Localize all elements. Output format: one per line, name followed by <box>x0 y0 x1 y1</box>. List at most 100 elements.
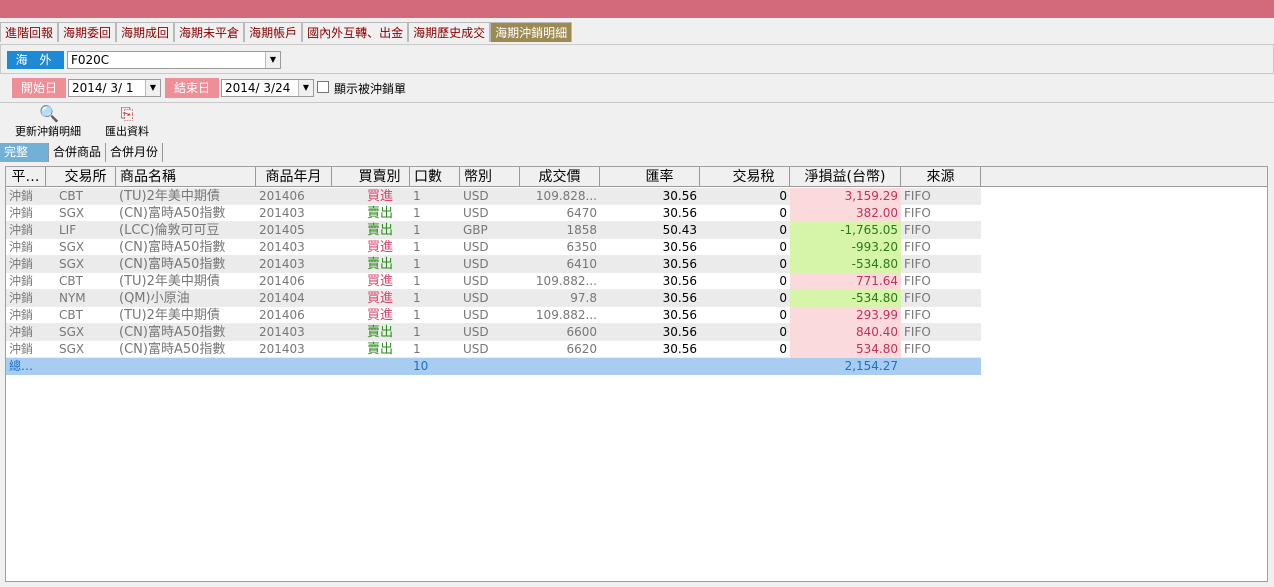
subtab-full[interactable]: 完整 <box>0 143 49 162</box>
cell-price: 6600 <box>566 325 597 339</box>
chevron-down-icon[interactable]: ▼ <box>298 80 313 96</box>
cell-pnl: 771.64 <box>790 273 901 290</box>
cell-type: 沖銷 <box>9 257 34 271</box>
total-row[interactable]: 總… 10 2,154.27 <box>6 358 981 375</box>
table-row[interactable]: 沖銷 LIF (LCC)倫敦可可豆 201405 賣出 1 GBP 1858 50.43 0 -1,… <box>6 222 981 239</box>
header-product[interactable]: 商品名稱 <box>116 167 256 187</box>
account-select[interactable]: F020C ▼ <box>67 51 281 69</box>
table-row[interactable]: 沖銷 CBT (TU)2年美中期債 201406 買進 1 USD 109.882... 30.… <box>6 307 981 324</box>
cell-type: 沖銷 <box>9 206 34 220</box>
cell-pnl: -534.80 <box>790 256 901 273</box>
cell-rate: 30.56 <box>662 206 697 220</box>
table-row[interactable]: 沖銷 SGX (CN)富時A50指數 201403 賣出 1 USD 6470 30.56 0 38… <box>6 205 981 222</box>
cell-type: 沖銷 <box>9 189 34 203</box>
export-button[interactable]: ⎘ 匯出資料 <box>100 105 154 139</box>
header-pnl[interactable]: 淨損益(台幣) <box>790 167 901 187</box>
cell-source: FIFO <box>904 206 931 220</box>
table-row[interactable]: 沖銷 SGX (CN)富時A50指數 201403 買進 1 USD 6350 30.56 0 -9… <box>6 239 981 256</box>
cell-rate: 30.56 <box>662 274 697 288</box>
cell-qty: 1 <box>413 189 421 203</box>
cell-rate: 30.56 <box>662 291 697 305</box>
cell-side: 買進 <box>366 189 393 204</box>
table-row[interactable]: 沖銷 SGX (CN)富時A50指數 201403 賣出 1 USD 6620 30.56 0 53… <box>6 341 981 358</box>
header-side[interactable]: 買賣別 <box>350 167 410 187</box>
tab-futures-orders[interactable]: 海期委回 <box>58 22 117 42</box>
table-row[interactable]: 沖銷 CBT (TU)2年美中期債 201406 買進 1 USD 109.882... 30.… <box>6 273 981 290</box>
header-source[interactable]: 來源 <box>901 167 981 187</box>
tab-advanced-report[interactable]: 進階回報 <box>0 22 59 42</box>
cell-product: (CN)富時A50指數 <box>119 206 226 221</box>
cell-currency: USD <box>463 189 489 203</box>
end-date-picker[interactable]: 2014/ 3/24 ▼ <box>221 79 314 97</box>
cell-price: 6620 <box>566 342 597 356</box>
cell-month: 201403 <box>259 206 305 220</box>
cell-source: FIFO <box>904 189 931 203</box>
cell-side: 賣出 <box>366 223 393 238</box>
header-type[interactable]: 平… <box>6 167 46 187</box>
chevron-down-icon[interactable]: ▼ <box>265 52 280 68</box>
subtab-merge-product[interactable]: 合併商品 <box>49 143 107 162</box>
offset-details-table[interactable]: 平… 交易所 商品名稱 商品年月 買賣別 口數 幣別 成交價 匯率 交易稅 淨損… <box>5 166 1268 582</box>
cell-tax: 0 <box>779 274 787 288</box>
tab-history-fills[interactable]: 海期歷史成交 <box>408 22 491 42</box>
cell-price: 6470 <box>566 206 597 220</box>
cell-source: FIFO <box>904 274 931 288</box>
header-price[interactable]: 成交價 <box>520 167 600 187</box>
cell-qty: 1 <box>413 206 421 220</box>
header-currency[interactable]: 幣別 <box>460 167 520 187</box>
account-value: F020C <box>71 53 110 67</box>
date-filter-row: 開始日 2014/ 3/ 1 ▼ 結束日 2014/ 3/24 ▼ 顯示被沖銷單 <box>0 76 1274 100</box>
view-tabs: 完整 合併商品 合併月份 <box>0 143 164 162</box>
tab-futures-account[interactable]: 海期帳戶 <box>244 22 303 42</box>
cell-month: 201403 <box>259 342 305 356</box>
cell-side: 買進 <box>366 274 393 289</box>
show-offset-checkbox[interactable] <box>317 81 329 93</box>
end-date-value: 2014/ 3/24 <box>225 81 291 95</box>
cell-side: 賣出 <box>366 257 393 272</box>
cell-month: 201406 <box>259 308 305 322</box>
table-row[interactable]: 沖銷 CBT (TU)2年美中期債 201406 買進 1 USD 109.828... 30.… <box>6 188 981 205</box>
cell-tax: 0 <box>779 342 787 356</box>
cell-source: FIFO <box>904 240 931 254</box>
cell-price: 6350 <box>566 240 597 254</box>
cell-exchange: SGX <box>59 240 85 254</box>
cell-pnl: 382.00 <box>790 205 901 222</box>
tab-transfer-withdraw[interactable]: 國內外互轉、出金 <box>302 22 409 42</box>
header-month[interactable]: 商品年月 <box>256 167 332 187</box>
cell-exchange: SGX <box>59 206 85 220</box>
table-row[interactable]: 沖銷 NYM (QM)小原油 201404 買進 1 USD 97.8 30.56 0 -534.8… <box>6 290 981 307</box>
refresh-button[interactable]: 🔍 更新沖銷明細 <box>12 105 84 139</box>
cell-exchange: SGX <box>59 325 85 339</box>
search-icon: 🔍 <box>39 104 59 123</box>
cell-month: 201403 <box>259 325 305 339</box>
cell-source: FIFO <box>904 308 931 322</box>
header-rate[interactable]: 匯率 <box>620 167 700 187</box>
cell-tax: 0 <box>779 291 787 305</box>
cell-currency: GBP <box>463 223 488 237</box>
header-qty[interactable]: 口數 <box>410 167 460 187</box>
start-date-picker[interactable]: 2014/ 3/ 1 ▼ <box>68 79 161 97</box>
cell-pnl: 293.99 <box>790 307 901 324</box>
tab-offset-details[interactable]: 海期沖銷明細 <box>490 22 573 42</box>
header-tax[interactable]: 交易稅 <box>718 167 790 187</box>
total-label: 總… <box>9 359 34 373</box>
cell-qty: 1 <box>413 257 421 271</box>
cell-pnl: 3,159.29 <box>790 188 901 205</box>
cell-product: (TU)2年美中期債 <box>119 308 220 323</box>
chevron-down-icon[interactable]: ▼ <box>145 80 160 96</box>
subtab-merge-month[interactable]: 合併月份 <box>106 143 164 162</box>
cell-rate: 30.56 <box>662 325 697 339</box>
cell-price: 109.882... <box>535 308 597 322</box>
cell-rate: 30.56 <box>662 240 697 254</box>
header-exchange[interactable]: 交易所 <box>56 167 116 187</box>
cell-product: (CN)富時A50指數 <box>119 342 226 357</box>
cell-currency: USD <box>463 291 489 305</box>
table-row[interactable]: 沖銷 SGX (CN)富時A50指數 201403 賣出 1 USD 6410 30.56 0 -5… <box>6 256 981 273</box>
tab-open-positions[interactable]: 海期未平倉 <box>174 22 245 42</box>
tab-futures-fills[interactable]: 海期成回 <box>116 22 175 42</box>
cell-price: 97.8 <box>570 291 597 305</box>
table-header: 平… 交易所 商品名稱 商品年月 買賣別 口數 幣別 成交價 匯率 交易稅 淨損… <box>6 167 1267 187</box>
cell-price: 109.882... <box>535 274 597 288</box>
show-offset-label: 顯示被沖銷單 <box>334 82 407 96</box>
table-row[interactable]: 沖銷 SGX (CN)富時A50指數 201403 賣出 1 USD 6600 30.56 0 84… <box>6 324 981 341</box>
